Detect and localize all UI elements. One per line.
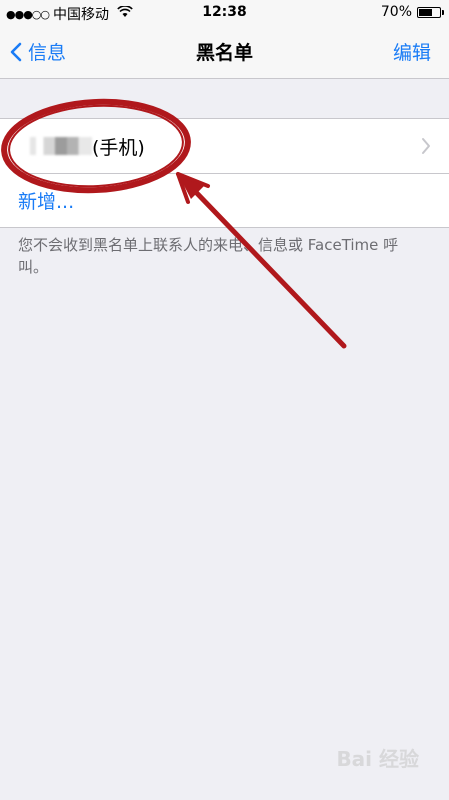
navigation-bar: 信息 黑名单 编辑 (0, 26, 449, 79)
status-right: 70% (380, 4, 444, 20)
watermark: Bai 经验 (336, 747, 419, 771)
footer-note: 您不会收到黑名单上联系人的来电、信息或 FaceTime 呼叫。 (18, 236, 399, 276)
blocked-list: (手机) 新增... (0, 118, 449, 228)
blocked-contact-row[interactable]: (手机) (0, 119, 449, 173)
add-new-row[interactable]: 新增... (0, 173, 449, 227)
blurred-contact-name (30, 137, 92, 155)
battery-icon (417, 6, 444, 18)
add-new-button[interactable]: 新增... (18, 187, 74, 214)
battery-tip (442, 9, 444, 15)
edit-button[interactable]: 编辑 (393, 38, 431, 65)
page-title: 黑名单 (195, 42, 253, 64)
battery-fill (419, 8, 433, 16)
status-bar: ●●●○○ 中国移动 12:38 70% (0, 0, 449, 26)
battery-percent: 70% (380, 4, 412, 20)
chevron-right-icon (422, 138, 430, 154)
contact-type-label: (手机) (92, 137, 145, 159)
